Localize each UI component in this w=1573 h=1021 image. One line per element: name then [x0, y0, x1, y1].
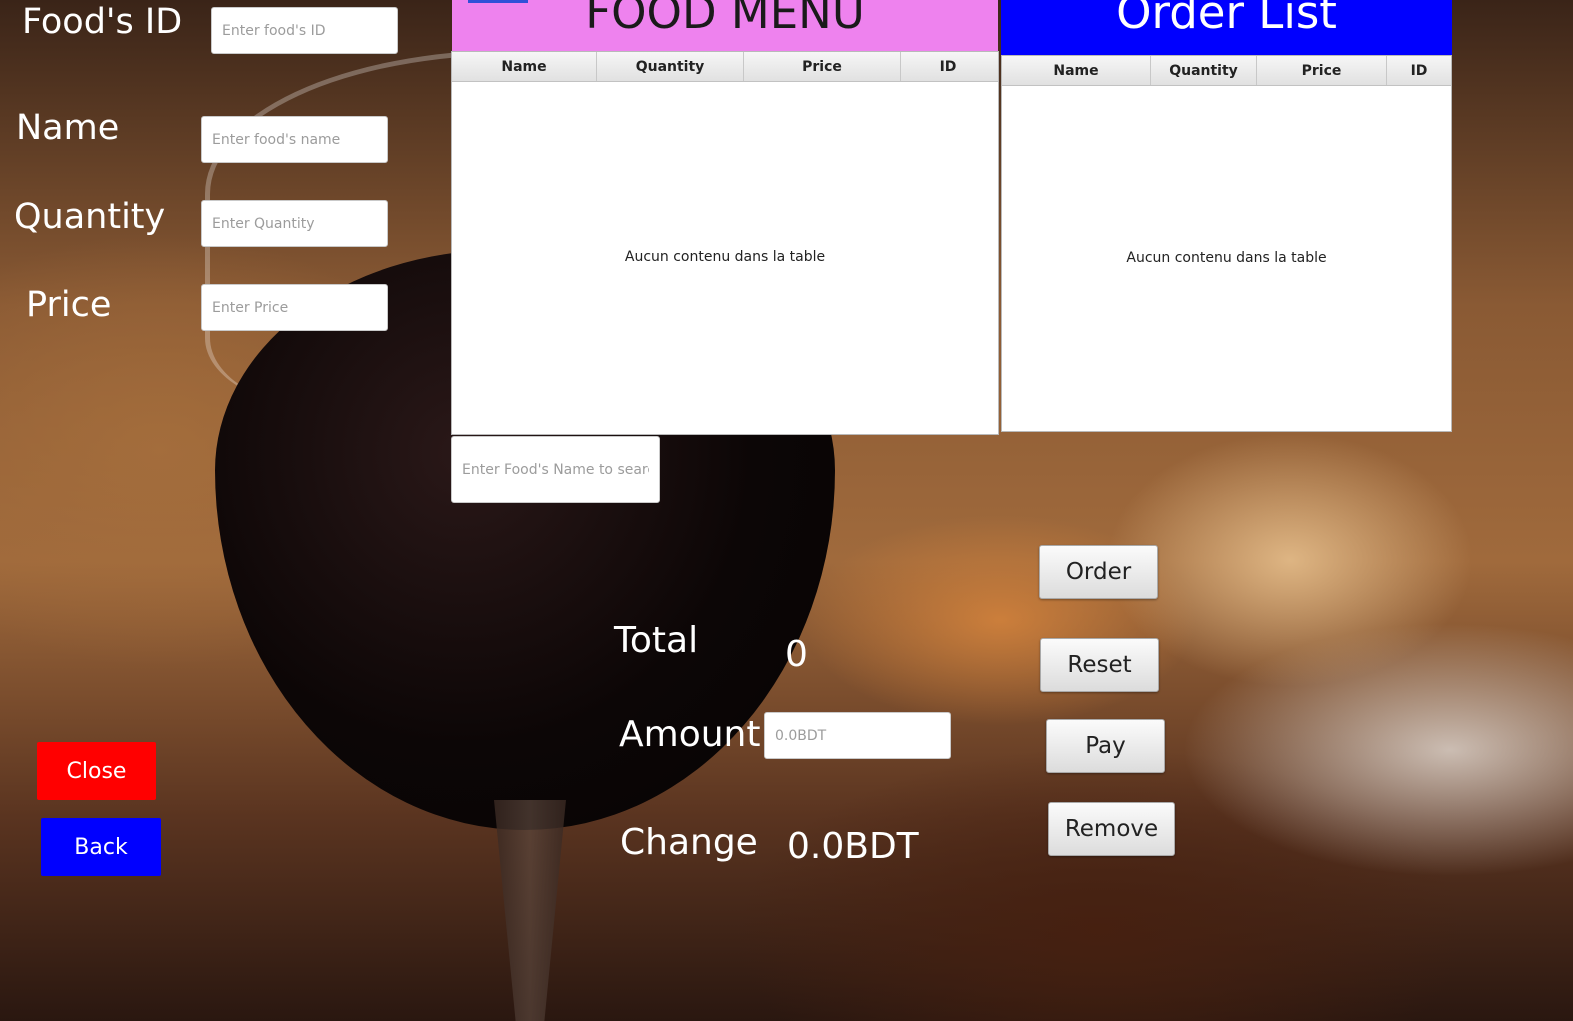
column-header-name[interactable]: Name — [452, 52, 597, 81]
food-search-input[interactable] — [451, 436, 660, 503]
order-button[interactable]: Order — [1039, 545, 1158, 599]
column-header-id[interactable]: ID — [1387, 56, 1451, 85]
reset-button[interactable]: Reset — [1040, 638, 1159, 692]
column-header-quantity[interactable]: Quantity — [597, 52, 744, 81]
amount-label: Amount — [619, 714, 761, 755]
order-list-empty-message: Aucun contenu dans la table — [1126, 250, 1327, 266]
amount-input[interactable] — [764, 712, 951, 759]
food-menu-title: FOOD MENU — [585, 0, 865, 39]
price-input[interactable] — [201, 284, 388, 331]
quantity-label: Quantity — [14, 197, 166, 237]
total-value: 0 — [785, 634, 808, 675]
back-button[interactable]: Back — [41, 818, 161, 876]
order-list-title: Order List — [1116, 0, 1337, 39]
food-menu-table[interactable]: Name Quantity Price ID Aucun contenu dan… — [451, 51, 999, 435]
remove-button[interactable]: Remove — [1048, 802, 1175, 856]
column-header-price[interactable]: Price — [744, 52, 901, 81]
price-label: Price — [26, 285, 112, 325]
food-id-input[interactable] — [211, 7, 398, 54]
name-label: Name — [16, 108, 120, 148]
pay-button[interactable]: Pay — [1046, 719, 1165, 773]
change-label: Change — [620, 822, 758, 863]
change-value: 0.0BDT — [787, 826, 919, 867]
column-header-id[interactable]: ID — [901, 52, 995, 81]
column-header-price[interactable]: Price — [1257, 56, 1387, 85]
food-menu-table-header: Name Quantity Price ID — [452, 52, 998, 82]
food-menu-selection-indicator — [468, 0, 528, 3]
order-list-table[interactable]: Name Quantity Price ID Aucun contenu dan… — [1001, 55, 1452, 432]
food-id-label: Food's ID — [22, 2, 183, 42]
name-input[interactable] — [201, 116, 388, 163]
quantity-input[interactable] — [201, 200, 388, 247]
background-glass-stem — [494, 800, 566, 1021]
order-list-header: Order List — [1001, 0, 1452, 55]
food-menu-header: FOOD MENU — [452, 0, 998, 52]
total-label: Total — [614, 620, 699, 661]
food-menu-empty-message: Aucun contenu dans la table — [624, 249, 826, 265]
close-button[interactable]: Close — [37, 742, 156, 800]
order-list-table-header: Name Quantity Price ID — [1002, 56, 1451, 86]
column-header-name[interactable]: Name — [1002, 56, 1151, 85]
column-header-quantity[interactable]: Quantity — [1151, 56, 1257, 85]
